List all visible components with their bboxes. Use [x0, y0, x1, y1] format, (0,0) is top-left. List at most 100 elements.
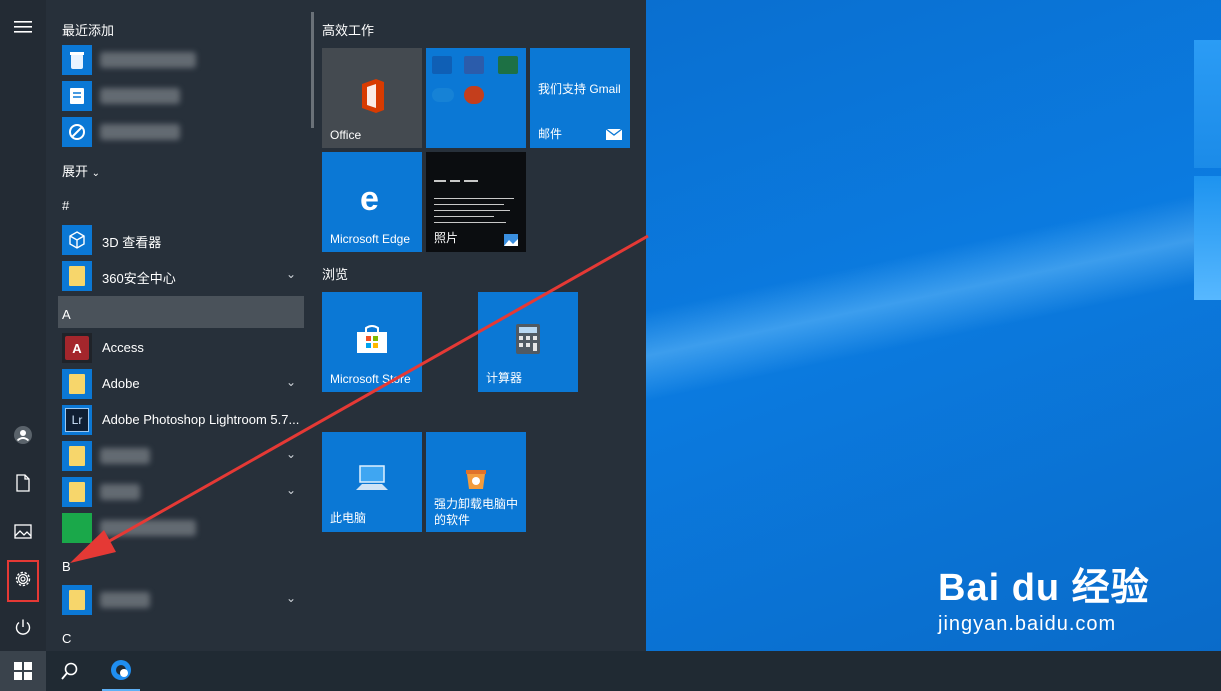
desktop-background — [646, 0, 1221, 651]
tile-this-pc[interactable]: 此电脑 — [322, 432, 422, 532]
group-browse-title[interactable]: 浏览 — [322, 264, 348, 283]
powerpoint-icon — [464, 86, 484, 104]
word-icon — [464, 56, 484, 74]
chevron-down-icon[interactable]: ⌄ — [286, 375, 296, 389]
list-item-adobe[interactable]: Adobe ⌄ — [60, 367, 312, 401]
section-c[interactable]: C — [62, 631, 71, 646]
excel-icon — [498, 56, 518, 74]
tile-label: 此电脑 — [330, 511, 367, 525]
app-label: 3D 查看器 — [102, 235, 162, 250]
tile-label: 强力卸载电脑中 — [434, 497, 519, 511]
expand-label: 展开 — [62, 164, 89, 179]
photo-preview — [434, 180, 514, 223]
search-button[interactable] — [50, 651, 90, 691]
lightroom-icon: Lr — [62, 405, 92, 435]
store-icon — [357, 325, 387, 353]
tile-label: Microsoft Store — [330, 372, 411, 386]
chevron-down-icon[interactable]: ⌄ — [286, 591, 296, 605]
tile-uninstaller[interactable]: 强力卸载电脑中 的软件 — [426, 432, 526, 532]
svg-text:e: e — [360, 182, 379, 216]
tile-store[interactable]: Microsoft Store — [322, 292, 422, 392]
watermark-logo: Bai du 经验 — [938, 567, 1150, 609]
list-item-access[interactable]: A Access — [60, 331, 312, 365]
app-label: Adobe — [102, 376, 140, 391]
user-avatar-icon[interactable] — [10, 422, 36, 448]
tile-label: 计算器 — [486, 371, 523, 385]
folder-icon — [62, 369, 92, 399]
list-item-360[interactable]: 360安全中心 ⌄ — [60, 259, 312, 293]
tile-edge[interactable]: e Microsoft Edge — [322, 152, 422, 252]
folder-icon — [62, 477, 92, 507]
taskbar — [0, 651, 1221, 691]
office-icon — [362, 79, 384, 113]
windows-logo-wallpaper — [1194, 40, 1221, 300]
list-item[interactable]: ⌄ — [60, 475, 312, 509]
app-list: 最近添加 展开 ⌄ # 3D 查看器 360安全中心 ⌄ A A Access — [46, 0, 308, 651]
folder-icon — [62, 261, 92, 291]
app-label: Adobe Photoshop Lightroom 5.7... — [102, 412, 300, 427]
cube-icon — [62, 225, 92, 255]
list-item[interactable]: ⌄ — [60, 583, 312, 617]
tool-app-icon — [62, 117, 92, 147]
settings-highlight-box — [7, 560, 39, 602]
chevron-down-icon: ⌄ — [91, 168, 101, 179]
power-icon[interactable] — [10, 614, 36, 640]
tile-label: Microsoft Edge — [330, 232, 411, 246]
browser-app-icon — [111, 660, 131, 680]
section-a[interactable]: A — [62, 307, 71, 322]
app-label: Access — [102, 340, 144, 355]
folder-icon — [62, 441, 92, 471]
tiles-panel: 高效工作 Office 我们支持 Gmail 邮件 e Microsoft Ed… — [316, 0, 646, 651]
tile-label: 的软件 — [434, 513, 471, 527]
tile-calculator[interactable]: 计算器 — [478, 292, 578, 392]
app-label: 360安全中心 — [102, 271, 176, 286]
start-button[interactable] — [0, 651, 46, 691]
list-item[interactable] — [60, 79, 312, 113]
tile-office[interactable]: Office — [322, 48, 422, 148]
search-icon — [61, 662, 78, 680]
onedrive-icon — [432, 88, 454, 102]
tile-label: 邮件 — [538, 127, 563, 141]
section-hash[interactable]: # — [62, 198, 69, 213]
edge-icon: e — [360, 182, 379, 216]
calculator-icon — [516, 324, 540, 354]
list-item-lightroom[interactable]: Lr Adobe Photoshop Lightroom 5.7... — [60, 403, 312, 437]
computer-icon — [356, 465, 388, 490]
tile-sublabel: 我们支持 Gmail — [538, 82, 621, 96]
list-item[interactable] — [60, 511, 312, 545]
recycle-app-icon — [62, 45, 92, 75]
baidu-watermark: Bai du 经验 jingyan.baidu.com — [938, 556, 1150, 636]
list-item[interactable] — [60, 43, 312, 77]
document-app-icon — [62, 81, 92, 111]
outlook-icon — [432, 56, 452, 74]
watermark-site: jingyan.baidu.com — [938, 613, 1117, 635]
taskbar-app[interactable] — [102, 651, 140, 691]
tile-label: Office — [330, 128, 362, 142]
group-productivity-title[interactable]: 高效工作 — [322, 20, 374, 39]
windows-icon — [14, 662, 32, 680]
start-menu: 最近添加 展开 ⌄ # 3D 查看器 360安全中心 ⌄ A A Access — [0, 0, 646, 651]
hamburger-icon[interactable] — [10, 14, 36, 40]
mail-icon — [606, 129, 622, 140]
list-item[interactable] — [60, 115, 312, 149]
tile-label: 照片 — [434, 231, 459, 245]
access-icon: A — [62, 333, 92, 363]
list-item[interactable]: ⌄ — [60, 439, 312, 473]
expand-toggle[interactable]: 展开 ⌄ — [62, 161, 100, 180]
section-b[interactable]: B — [62, 559, 71, 574]
folder-icon — [62, 585, 92, 615]
chevron-down-icon[interactable]: ⌄ — [286, 483, 296, 497]
documents-icon[interactable] — [10, 470, 36, 496]
tile-office-apps-folder[interactable] — [426, 48, 526, 148]
scrollbar[interactable] — [311, 12, 314, 128]
tile-mail[interactable]: 我们支持 Gmail 邮件 — [530, 48, 630, 148]
tile-photos[interactable]: 照片 — [426, 152, 526, 252]
start-rail — [0, 0, 46, 651]
chevron-down-icon[interactable]: ⌄ — [286, 267, 296, 281]
list-item-3d-viewer[interactable]: 3D 查看器 — [60, 223, 312, 257]
chevron-down-icon[interactable]: ⌄ — [286, 447, 296, 461]
uninstall-icon — [466, 470, 486, 489]
recent-header: 最近添加 — [62, 23, 115, 38]
pictures-icon[interactable] — [10, 518, 36, 544]
app-icon — [62, 513, 92, 543]
